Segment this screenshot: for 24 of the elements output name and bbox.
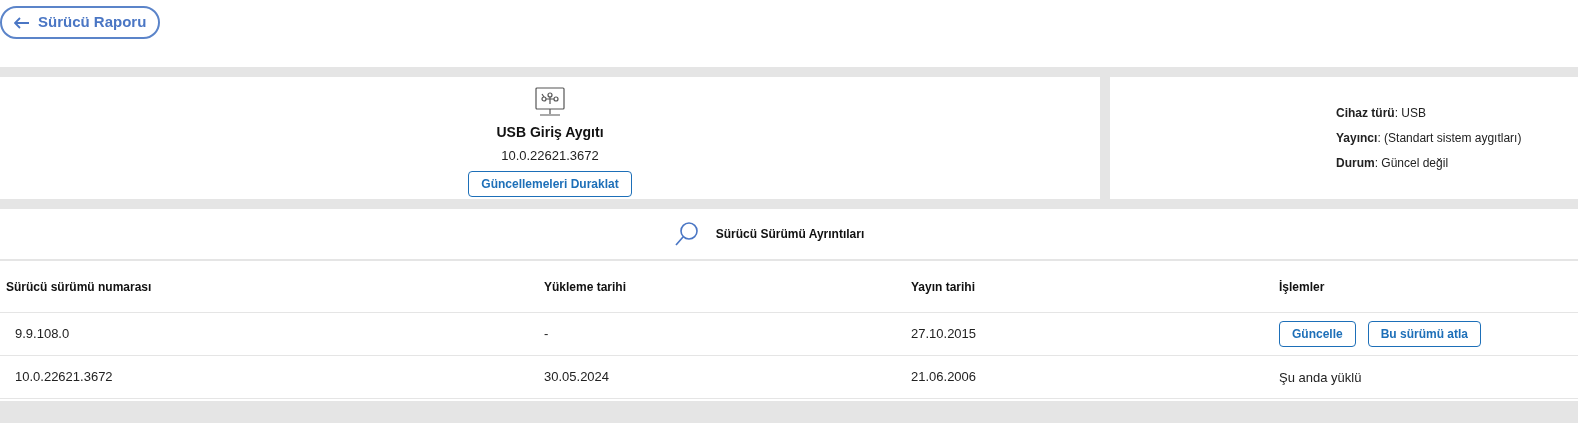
back-button[interactable]: Sürücü Raporu — [0, 6, 161, 39]
table-cell-text: 30.05.2024 — [544, 368, 610, 387]
action-button[interactable]: Bu sürümü atla — [1367, 321, 1482, 347]
device-icon — [534, 87, 566, 117]
column-header: Yayın tarihi — [911, 278, 976, 295]
device-version: 10.0.22621.3672 — [501, 147, 599, 165]
table-cell-text: - — [544, 325, 549, 344]
property-text: Cihaz türü: USB — [1336, 105, 1427, 121]
property-text: Durum: Güncel değil — [1336, 155, 1450, 171]
table-cell-text: 10.0.22621.3672 — [14, 368, 113, 387]
property-text: Yayıncı: (Standart sistem aygıtları) — [1336, 130, 1523, 146]
column-header: Yükleme tarihi — [544, 278, 627, 295]
device-name: USB Giriş Aygıtı — [496, 123, 604, 142]
action-button[interactable]: Güncelle — [1279, 321, 1356, 347]
column-header: Sürücü sürümü numarası — [6, 278, 152, 295]
table-cell-text: 21.06.2006 — [911, 368, 977, 387]
table-cell-text: 9.9.108.0 — [14, 325, 70, 344]
back-arrow-icon — [14, 16, 30, 29]
section-title: Sürücü Sürümü Ayrıntıları — [715, 226, 865, 242]
column-header: İşlemler — [1279, 278, 1325, 295]
search-icon — [673, 221, 700, 247]
table-cell-text: 27.10.2015 — [911, 325, 977, 344]
pause-updates-button[interactable]: Güncellemeleri Duraklat — [468, 170, 632, 197]
table-cell: Şu anda yüklü — [1279, 370, 1362, 385]
